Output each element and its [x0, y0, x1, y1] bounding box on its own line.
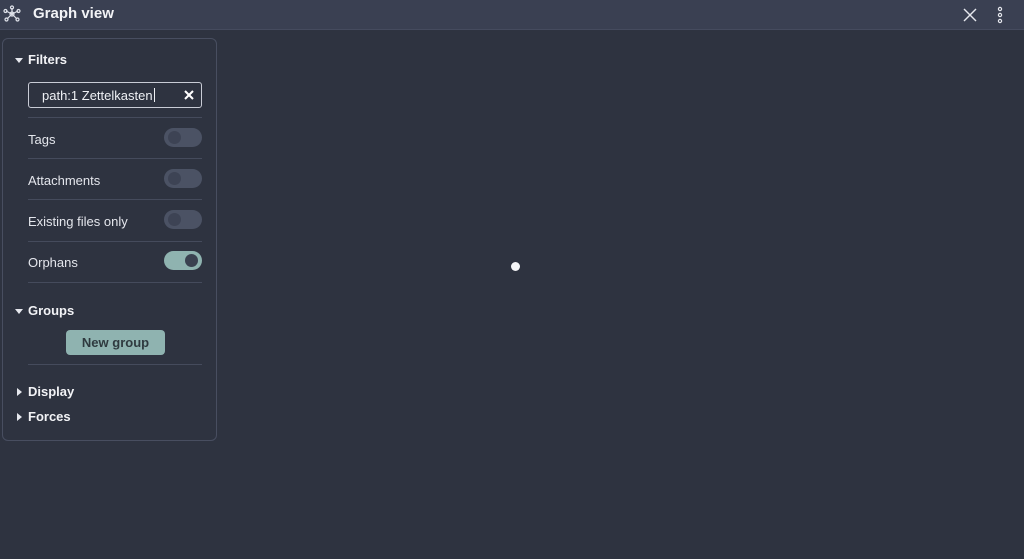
filter-search-input[interactable]: path:1 Zettelkasten [28, 82, 202, 108]
filters-section-header[interactable]: Filters [14, 52, 67, 67]
divider [28, 282, 202, 283]
caret-right-icon [17, 412, 22, 421]
forces-section-header[interactable]: Forces [14, 409, 71, 424]
title-bar: Graph view [0, 0, 1024, 30]
groups-section-header[interactable]: Groups [14, 303, 74, 318]
tags-toggle[interactable] [164, 128, 202, 147]
attachments-toggle[interactable] [164, 169, 202, 188]
tags-label: Tags [28, 132, 56, 147]
existing-files-only-toggle[interactable] [164, 210, 202, 229]
groups-label: Groups [28, 303, 75, 318]
graph-node[interactable] [511, 262, 520, 271]
forces-label: Forces [28, 409, 71, 424]
caret-down-icon [15, 308, 23, 314]
graph-settings-panel: Filters path:1 Zettelkasten Tags Attachm… [2, 38, 217, 441]
graph-icon [3, 5, 21, 22]
divider [28, 364, 202, 365]
filter-search-value: path:1 Zettelkasten [42, 88, 155, 103]
display-label: Display [28, 384, 75, 399]
orphans-label: Orphans [28, 255, 78, 270]
close-icon[interactable] [961, 6, 979, 24]
caret-down-icon [15, 57, 23, 63]
caret-right-icon [17, 387, 22, 396]
divider [28, 241, 202, 242]
window-title: Graph view [33, 5, 114, 22]
divider [28, 158, 202, 159]
more-options-icon[interactable] [992, 5, 1008, 25]
display-section-header[interactable]: Display [14, 384, 74, 399]
divider [28, 117, 202, 118]
existing-files-only-label: Existing files only [28, 214, 128, 229]
orphans-toggle[interactable] [164, 251, 202, 270]
attachments-label: Attachments [28, 173, 101, 188]
new-group-button[interactable]: New group [66, 330, 165, 355]
filters-label: Filters [28, 52, 68, 67]
divider [28, 199, 202, 200]
clear-search-icon[interactable] [183, 89, 195, 101]
